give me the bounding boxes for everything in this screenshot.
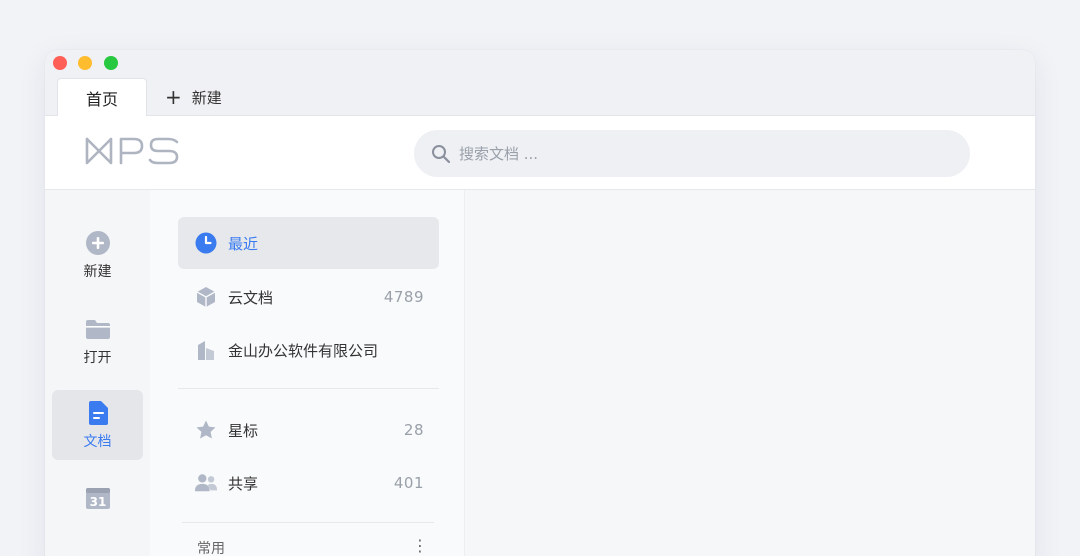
nav-item-starred[interactable]: 星标 28 <box>178 404 439 456</box>
nav-item-shared-label: 共享 <box>228 474 259 493</box>
divider <box>182 522 434 523</box>
building-icon <box>194 338 218 362</box>
maximize-window-button[interactable] <box>104 56 118 70</box>
rail-item-new[interactable]: 新建 <box>52 220 143 290</box>
nav-panel: 最近 云文档 4789 金山办公软件有限公司 星标 28 共享 401 常用 ⋮ <box>150 190 465 556</box>
nav-item-cloud-docs-label: 云文档 <box>228 288 274 307</box>
title-bar: 首页 + 新建 <box>45 50 1035 117</box>
rail-item-open-label: 打开 <box>83 350 112 366</box>
tab-home-label: 首页 <box>85 90 118 109</box>
cloud-docs-count: 4789 <box>383 288 424 306</box>
svg-text:31: 31 <box>89 495 106 509</box>
document-icon <box>87 399 109 427</box>
minimize-window-button[interactable] <box>78 56 92 70</box>
app-window: 首页 + 新建 搜索文档 ... 新建 打开 文档 31 最近 云文档 4789… <box>45 50 1035 556</box>
nav-item-recent[interactable]: 最近 <box>178 217 439 269</box>
nav-item-recent-label: 最近 <box>228 234 259 253</box>
shared-count: 401 <box>393 474 424 492</box>
nav-item-company-label: 金山办公软件有限公司 <box>228 341 379 360</box>
new-tab-label: 新建 <box>191 88 222 107</box>
cube-icon <box>194 285 218 309</box>
divider <box>178 388 439 389</box>
left-rail: 新建 打开 文档 31 <box>45 190 150 556</box>
nav-item-starred-label: 星标 <box>228 421 259 440</box>
plus-icon: + <box>165 85 182 109</box>
nav-item-company[interactable]: 金山办公软件有限公司 <box>178 324 439 376</box>
search-placeholder: 搜索文档 ... <box>459 145 539 163</box>
section-label-common: 常用 <box>197 541 225 556</box>
search-icon <box>431 144 451 164</box>
star-icon <box>194 418 218 442</box>
users-icon <box>194 471 218 495</box>
more-icon[interactable]: ⋮ <box>412 538 428 554</box>
starred-count: 28 <box>403 421 424 439</box>
header: 搜索文档 ... <box>45 116 1035 190</box>
clock-icon <box>194 231 218 255</box>
rail-item-docs-label: 文档 <box>83 434 112 450</box>
nav-item-cloud-docs[interactable]: 云文档 4789 <box>178 271 439 323</box>
search-input[interactable]: 搜索文档 ... <box>414 130 970 177</box>
folder-icon <box>85 315 111 343</box>
new-tab-button[interactable]: + 新建 <box>165 86 222 108</box>
nav-item-shared[interactable]: 共享 401 <box>178 457 439 509</box>
rail-item-calendar[interactable]: 31 <box>52 480 143 520</box>
rail-item-docs[interactable]: 文档 <box>52 390 143 460</box>
wps-logo <box>84 136 180 170</box>
main-content <box>465 190 1035 556</box>
plus-circle-icon <box>85 229 111 257</box>
rail-item-open[interactable]: 打开 <box>52 306 143 376</box>
calendar-icon: 31 <box>85 484 111 512</box>
rail-item-new-label: 新建 <box>83 264 112 280</box>
tab-home[interactable]: 首页 <box>57 78 147 117</box>
close-window-button[interactable] <box>53 56 67 70</box>
